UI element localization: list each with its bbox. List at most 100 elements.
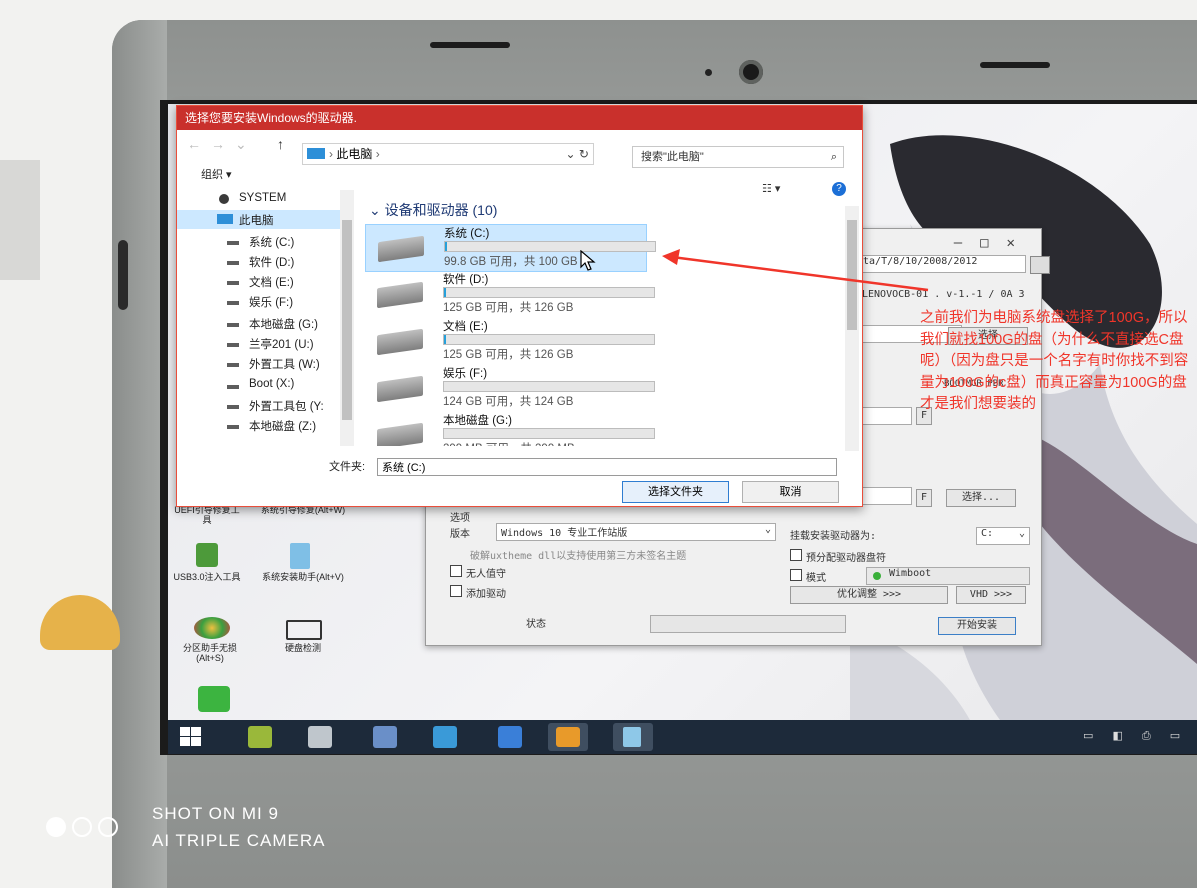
watermark-dot-icon <box>98 817 118 837</box>
nav-scrollbar[interactable] <box>340 190 354 446</box>
status-label: 状态 <box>526 619 546 630</box>
drive-item[interactable]: 系统 (C:) 99.8 GB 可用，共 100 GB <box>365 224 656 272</box>
drive-icon <box>227 363 239 367</box>
nav-item[interactable]: 兰亭201 (U:) <box>177 334 340 353</box>
vhd-button[interactable]: VHD >>> <box>956 586 1026 604</box>
drive-usage-fill <box>444 288 447 297</box>
computer-icon <box>217 214 233 224</box>
navigation-pane: SYSTEM 此电脑系统 (C:) 软件 (D:) 文档 (E:) 娱乐 (F:) 本地磁… <box>177 188 357 446</box>
nav-item-label: 软件 (D:) <box>249 257 295 269</box>
folder-input[interactable]: 系统 (C:) <box>377 458 837 476</box>
desktop-icon-label[interactable]: UEFI引导修复工具 <box>172 505 242 525</box>
taskbar-app-icon[interactable] <box>498 726 522 748</box>
desktop-icon-label[interactable]: 分区助手无损(Alt+S) <box>170 643 250 663</box>
mode-value: Wimboot <box>889 568 932 579</box>
version-select[interactable]: Windows 10 专业工作站版 ⌄ <box>496 523 776 541</box>
mount-select[interactable]: C: ⌄ <box>976 527 1030 545</box>
usb-icon[interactable] <box>196 543 218 567</box>
nav-item-label: 外置工具 (W:) <box>249 359 320 371</box>
dialog-title: 选择您要安装Windows的驱动器. <box>185 111 358 125</box>
drive-item[interactable]: 软件 (D:) 125 GB 可用，共 126 GB <box>365 271 655 317</box>
taskbar-active-app[interactable] <box>548 723 588 751</box>
nav-item[interactable]: 外置工具包 (Y: <box>177 396 340 415</box>
partition-icon[interactable] <box>194 617 230 639</box>
nav-item-this-pc[interactable]: 此电脑 <box>177 210 340 229</box>
taskbar-app-icon[interactable] <box>373 726 397 748</box>
optimize-button[interactable]: 优化调整 >>> <box>790 586 948 604</box>
drive-name: 本地磁盘 (G:) <box>443 415 512 427</box>
nav-item[interactable]: 文档 (E:) <box>177 272 340 291</box>
app-icon[interactable] <box>198 686 230 712</box>
nav-item[interactable]: Boot (X:) <box>177 376 340 395</box>
taskbar-app-icon[interactable] <box>248 726 272 748</box>
f-button-2[interactable]: F <box>916 489 932 507</box>
progress-bar <box>650 615 846 633</box>
drive-usage-fill <box>444 335 447 344</box>
install-icon[interactable] <box>290 543 310 569</box>
mode-checkbox[interactable] <box>790 569 802 581</box>
watermark-line-2: AI TRIPLE CAMERA <box>152 831 326 850</box>
nav-item[interactable]: 外置工具 (W:) <box>177 354 340 373</box>
add-driver-checkbox[interactable] <box>450 585 462 597</box>
nav-item[interactable]: 软件 (D:) <box>177 252 340 271</box>
nav-item[interactable]: SYSTEM <box>177 190 340 209</box>
search-input[interactable]: 搜索"此电脑" ⌕ <box>632 146 844 168</box>
up-arrow-icon[interactable]: ↑ <box>277 136 284 152</box>
start-install-button[interactable]: 开始安装 <box>938 617 1016 635</box>
drive-size: 299 MB 可用，共 299 MB <box>443 440 575 446</box>
unattended-label: 无人值守 <box>466 569 506 580</box>
desktop-icon-label[interactable]: 系统安装助手(Alt+V) <box>258 572 348 582</box>
drive-item[interactable]: 文档 (E:) 125 GB 可用，共 126 GB <box>365 318 655 364</box>
prealloc-checkbox[interactable] <box>790 549 802 561</box>
cancel-button[interactable]: 取消 <box>742 481 839 503</box>
mode-select[interactable]: Wimboot <box>866 567 1030 585</box>
unattended-checkbox[interactable] <box>450 565 462 577</box>
search-placeholder: 搜索"此电脑" <box>641 151 704 163</box>
taskbar-app-icon[interactable] <box>433 726 457 748</box>
drive-icon <box>377 328 423 356</box>
watermark-dot-icon <box>72 817 92 837</box>
nav-item[interactable]: 娱乐 (F:) <box>177 292 340 311</box>
desktop-icon-label[interactable]: USB3.0注入工具 <box>172 572 242 582</box>
browse-icon[interactable] <box>1030 256 1050 274</box>
efi-field[interactable] <box>862 407 912 425</box>
nav-item-label: SYSTEM <box>239 192 287 204</box>
camera-light <box>705 69 712 76</box>
select-button-2[interactable]: 选择... <box>946 489 1016 507</box>
select-folder-button[interactable]: 选择文件夹 <box>622 481 729 503</box>
nav-item-label: 系统 (C:) <box>249 237 295 249</box>
nav-scroll-thumb[interactable] <box>342 220 352 420</box>
refresh-icon[interactable]: ⌄ ↻ <box>566 144 589 164</box>
drive-size: 124 GB 可用，共 124 GB <box>443 396 574 408</box>
drive-item[interactable]: 本地磁盘 (G:) 299 MB 可用，共 299 MB <box>365 412 655 446</box>
drive-icon <box>377 375 423 403</box>
drive-name: 软件 (D:) <box>443 274 489 286</box>
drive-usage-bar <box>444 241 656 252</box>
annotation-text: 之前我们为电脑系统盘选择了100G，所以我们就找100G的盘（为什么不直接选C盘… <box>920 310 1189 412</box>
drive-item[interactable]: 娱乐 (F:) 124 GB 可用，共 124 GB <box>365 365 655 411</box>
address-bar[interactable]: › 此电脑 › ⌄ ↻ <box>302 143 594 165</box>
options-label: 选项 <box>450 513 470 524</box>
nav-item[interactable]: 本地磁盘 (Z:) <box>177 416 340 435</box>
desktop-icon-label[interactable]: 硬盘检测 <box>258 643 348 653</box>
speaker-slot <box>980 62 1050 68</box>
nav-item[interactable]: 系统 (C:) <box>177 232 340 251</box>
taskbar-app-icon[interactable] <box>308 726 332 748</box>
annotation-arrow-icon <box>662 249 929 292</box>
drive-usage-fill <box>445 242 448 251</box>
organize-menu[interactable]: 组织 ▾ <box>201 166 232 182</box>
taskbar: ▭ ◧ ⎙ ▭ <box>168 720 1197 754</box>
taskbar-active-app[interactable] <box>613 723 653 751</box>
drive-icon <box>227 281 239 285</box>
keyboard-icon[interactable] <box>286 620 322 640</box>
window-controls[interactable]: –□✕ <box>954 235 1033 251</box>
uxtheme-option[interactable]: 破解uxtheme dll以支持使用第三方未签名主题 <box>470 547 686 562</box>
background-object <box>40 595 120 650</box>
back-forward-icons[interactable]: ←→⌄ <box>187 136 257 153</box>
system-tray-icons[interactable]: ▭ ◧ ⎙ ▭ <box>1083 729 1188 743</box>
desktop-icon-label[interactable]: 系统引导修复(Alt+W) <box>258 505 348 525</box>
nav-item[interactable]: 本地磁盘 (G:) <box>177 314 340 333</box>
content-scrollbar[interactable] <box>845 206 859 451</box>
windows-start-icon[interactable] <box>180 727 202 747</box>
target-field[interactable] <box>862 487 912 505</box>
